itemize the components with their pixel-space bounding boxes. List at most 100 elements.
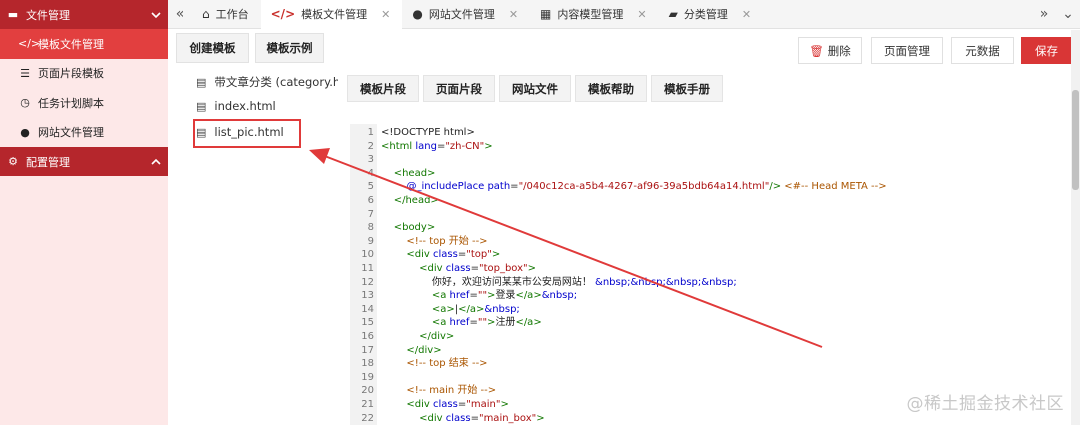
code-line: <!-- top 开始 --> — [381, 235, 487, 249]
sidebar-group-label: 配置管理 — [26, 155, 70, 169]
tab-content-models[interactable]: ▦ 内容模型管理 ✕ — [530, 0, 659, 29]
create-template-button[interactable]: 创建模板 — [176, 33, 249, 63]
file-icon: ▤ — [196, 99, 207, 113]
close-icon[interactable]: ✕ — [742, 8, 751, 21]
metadata-button[interactable]: 元数据 — [951, 37, 1014, 64]
code-token: "main" — [466, 399, 501, 410]
sidebar-item-page-fragments[interactable]: ☰ 页面片段模板 — [0, 59, 168, 89]
page-snippet-button[interactable]: 页面片段 — [423, 75, 495, 102]
code-token: <div — [381, 412, 446, 424]
code-token: <body> — [381, 222, 436, 234]
line-number: 10 — [361, 249, 374, 261]
code-token: <a — [381, 290, 450, 302]
line-number: 11 — [361, 263, 374, 274]
code-token: class — [433, 399, 458, 410]
code-line: <a href="">登录</a>&nbsp; — [381, 289, 577, 303]
sidebar-item-site-files[interactable]: ● 网站文件管理 — [0, 118, 168, 148]
code-line: <!-- main 开始 --> — [381, 384, 496, 398]
file-name: 带文章分类 (category.html) — [214, 75, 338, 89]
code-icon: </> — [270, 7, 296, 21]
code-token: <!-- top 结束 --> — [381, 358, 488, 370]
line-number: 22 — [361, 412, 374, 424]
template-help-button[interactable]: 模板帮助 — [575, 75, 647, 102]
file-name: index.html — [214, 99, 276, 113]
tabs-menu-icon[interactable]: ⌄ — [1056, 6, 1080, 22]
close-icon[interactable]: ✕ — [381, 8, 390, 21]
code-token: </div> — [381, 331, 455, 342]
globe-icon: ● — [412, 7, 423, 21]
sidebar-item-template-files[interactable]: </> 模板文件管理 — [0, 29, 168, 59]
code-token: <#-- Head META --> — [784, 181, 887, 193]
sidebar-group-file-manage[interactable]: ▬ 文件管理 — [0, 0, 168, 29]
line-number: 7 — [367, 208, 374, 220]
line-number: 17 — [361, 344, 374, 356]
code-line: <div class="main"> — [381, 398, 508, 412]
line-number: 20 — [361, 385, 374, 397]
code-editor[interactable]: 1 2 3 4 5 6 7 8 9 10 11 12 13 14 15 16 17 18 19 20 21 22 <!DO… — [350, 124, 1072, 425]
tab-categories[interactable]: ▰ 分类管理 ✕ — [659, 0, 763, 29]
tab-label: 工作台 — [215, 8, 249, 21]
template-snippet-button[interactable]: 模板片段 — [347, 75, 419, 102]
code-token: "zh-CN" — [445, 140, 485, 152]
trash-icon: 🗑 — [809, 43, 824, 58]
code-token: "" — [477, 290, 488, 302]
template-example-button[interactable]: 模板示例 — [255, 33, 324, 63]
sidebar: ▬ 文件管理 </> 模板文件管理 ☰ 页面片段模板 ◷ 任务计划脚本 ● 网站… — [0, 0, 168, 425]
code-line: </div> — [381, 330, 454, 344]
file-item[interactable]: ▤ 带文章分类 (category.html) — [196, 71, 338, 93]
code-token: "top_box" — [478, 263, 528, 274]
close-icon[interactable]: ✕ — [509, 8, 518, 21]
line-number: 3 — [367, 154, 374, 166]
line-number: 16 — [361, 331, 374, 342]
code-token: 登录 — [495, 290, 516, 302]
line-number: 13 — [361, 290, 374, 302]
code-line: <!DOCTYPE html> — [381, 126, 475, 140]
tab-site-files[interactable]: ● 网站文件管理 ✕ — [402, 0, 530, 29]
line-number: 12 — [361, 276, 374, 288]
close-icon[interactable]: ✕ — [637, 8, 646, 21]
code-token: = — [457, 249, 467, 261]
tabs-scroll-right-icon[interactable]: » — [1032, 6, 1056, 22]
sidebar-item-label: 任务计划脚本 — [38, 96, 104, 110]
code-token: class — [445, 263, 471, 274]
sidebar-item-label: 模板文件管理 — [38, 37, 104, 51]
code-token: <div — [381, 399, 434, 410]
tab-label: 网站文件管理 — [428, 8, 495, 21]
file-item[interactable]: ▤ index.html — [196, 95, 338, 117]
line-number-gutter: 1 2 3 4 5 6 7 8 9 10 11 12 13 14 15 16 17 18 19 20 21 22 — [350, 124, 377, 425]
line-number: 21 — [361, 399, 374, 410]
code-token: <!-- main 开始 --> — [381, 385, 497, 397]
list-icon: ☰ — [20, 66, 30, 80]
file-panel: 创建模板 模板示例 ▤ 带文章分类 (category.html) ▤ inde… — [168, 30, 338, 425]
template-manual-button[interactable]: 模板手册 — [651, 75, 723, 102]
grid-icon: ▦ — [540, 7, 552, 21]
page-manage-button[interactable]: 页面管理 — [871, 37, 943, 64]
code-token: class — [445, 412, 471, 424]
save-button[interactable]: 保存 — [1021, 37, 1072, 64]
code-line: </head> — [381, 194, 439, 208]
code-line: @_includePlace path="/040c12ca-a5b4-4267… — [381, 180, 887, 194]
scrollbar[interactable] — [1071, 30, 1080, 425]
sidebar-item-task-scripts[interactable]: ◷ 任务计划脚本 — [0, 88, 168, 118]
sidebar-group-label: 文件管理 — [26, 8, 70, 22]
sidebar-item-label: 页面片段模板 — [38, 67, 104, 81]
tab-workbench[interactable]: ⌂ 工作台 — [192, 0, 261, 29]
code-token: = — [469, 317, 478, 329]
code-token: lang — [415, 140, 437, 152]
code-token: &nbsp; — [541, 290, 578, 302]
folder-open-icon: ▰ — [668, 7, 678, 21]
code-token: </a> — [515, 317, 542, 329]
sidebar-group-config[interactable]: ⚙ 配置管理 — [0, 147, 168, 176]
code-token: <!DOCTYPE html> — [381, 127, 475, 138]
line-number: 18 — [361, 358, 374, 370]
globe-icon: ● — [20, 125, 30, 139]
tabs-scroll-left-icon[interactable]: « — [168, 6, 192, 22]
code-line: <body> — [381, 221, 436, 235]
delete-button[interactable]: 🗑 删除 — [798, 37, 862, 64]
site-files-button[interactable]: 网站文件 — [499, 75, 571, 102]
tab-template-files[interactable]: </> 模板文件管理 ✕ — [260, 0, 403, 29]
code-token: "" — [477, 317, 488, 329]
code-token: <a> — [381, 303, 455, 315]
scrollbar-thumb[interactable] — [1072, 90, 1079, 190]
